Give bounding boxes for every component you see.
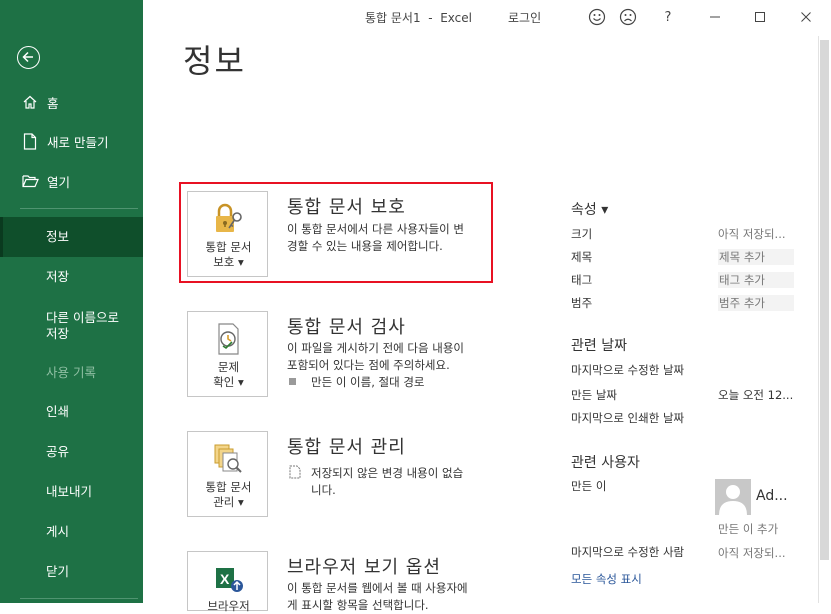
close-icon[interactable]: [797, 8, 815, 26]
prop-tags-input[interactable]: 태그 추가: [718, 272, 794, 288]
check-issues-button[interactable]: 문제 확인 ▾: [187, 311, 268, 397]
add-author-link[interactable]: 만든 이 추가: [718, 521, 778, 537]
show-all-properties-link[interactable]: 모든 속성 표시: [571, 571, 642, 587]
nav-label: 홈: [47, 95, 59, 111]
nav-info[interactable]: 정보: [0, 217, 143, 257]
date-label-modified: 마지막으로 수정한 날짜: [571, 363, 685, 377]
nav-history: 사용 기록: [0, 358, 143, 388]
last-modified-by-value: 아직 저장되...: [718, 546, 786, 560]
manage-workbook-label: 통합 문서 관리 ▾: [205, 480, 252, 509]
sign-in-link[interactable]: 로그인: [508, 9, 541, 26]
highlight-box: [179, 182, 493, 283]
prop-label-title: 제목: [571, 250, 593, 264]
nav-label: 인쇄: [46, 404, 70, 419]
date-value-created: 오늘 오전 12...: [718, 388, 794, 402]
help-icon[interactable]: ?: [659, 8, 677, 26]
title-bar: [143, 0, 831, 34]
nav-label: 새로 만들기: [47, 134, 109, 150]
panel-divider: [818, 36, 819, 603]
frown-icon[interactable]: [619, 8, 637, 26]
nav-open[interactable]: 열기: [0, 166, 143, 196]
smile-icon[interactable]: [588, 8, 606, 26]
minimize-icon[interactable]: [706, 8, 724, 26]
related-dates-heading: 관련 날짜: [571, 338, 627, 354]
nav-print[interactable]: 인쇄: [0, 397, 143, 427]
manage-workbook-button[interactable]: 통합 문서 관리 ▾: [187, 431, 268, 517]
nav-label: 정보: [46, 229, 70, 244]
inspect-bullet-text: 만든 이 이름, 절대 경로: [311, 375, 425, 389]
nav-save[interactable]: 저장: [0, 262, 143, 292]
inspect-document-icon: [210, 322, 246, 356]
nav-label: 사용 기록: [46, 365, 96, 380]
nav-publish[interactable]: 게시: [0, 517, 143, 547]
nav-label: 공유: [46, 444, 70, 459]
home-icon: [21, 93, 39, 111]
manage-workbook-desc: 저장되지 않은 변경 내용이 없습 니다.: [311, 466, 464, 497]
nav-close[interactable]: 닫기: [0, 557, 143, 587]
browser-options-button[interactable]: X 브라우저: [187, 551, 268, 613]
prop-value-size: 아직 저장되...: [718, 227, 786, 241]
back-arrow-icon[interactable]: [17, 46, 40, 69]
scrollbar-thumb[interactable]: [820, 40, 829, 560]
nav-label: 열기: [47, 174, 71, 190]
prop-category-input[interactable]: 범주 추가: [718, 295, 794, 311]
prop-label-size: 크기: [571, 227, 593, 241]
backstage-sidebar: 홈 새로 만들기 열기 정보 저장 다른 이름으로 저장 사용 기록 인쇄 공유…: [0, 0, 143, 603]
inspect-workbook-desc: 이 파일을 게시하기 전에 다음 내용이 포함되어 있다는 점에 주의하세요.: [287, 341, 464, 372]
new-document-icon: [21, 132, 39, 150]
author-label: 만든 이: [571, 479, 607, 493]
svg-text:X: X: [220, 571, 230, 587]
browser-options-label: 브라우저: [207, 599, 250, 613]
nav-export[interactable]: 내보내기: [0, 477, 143, 507]
related-people-heading: 관련 사용자: [571, 455, 640, 471]
avatar: [715, 479, 751, 515]
maximize-icon[interactable]: [751, 8, 769, 26]
page-title: 정보: [183, 42, 246, 80]
window-title: 통합 문서1 - Excel: [365, 11, 472, 25]
nav-save-as[interactable]: 다른 이름으로 저장: [0, 306, 143, 346]
prop-label-tags: 태그: [571, 273, 593, 287]
nav-home[interactable]: 홈: [0, 87, 143, 117]
manage-versions-icon: [210, 442, 246, 476]
nav-label: 내보내기: [46, 484, 93, 499]
folder-open-icon: [21, 172, 39, 190]
sidebar-divider: [20, 598, 138, 599]
properties-heading[interactable]: 속성 ▾: [571, 199, 608, 219]
last-modified-by-label: 마지막으로 수정한 사람: [571, 545, 685, 559]
date-label-printed: 마지막으로 인쇄한 날짜: [571, 411, 685, 425]
manage-workbook-title: 통합 문서 관리: [287, 437, 406, 458]
bullet-square-icon: [289, 375, 297, 389]
browser-options-desc: 이 통합 문서를 웹에서 볼 때 사용자에 게 표시할 항목을 선택합니다.: [287, 581, 468, 612]
nav-label: 게시: [46, 524, 70, 539]
nav-label: 저장: [46, 269, 70, 284]
inspect-workbook-title: 통합 문서 검사: [287, 317, 406, 338]
excel-browser-icon: X: [210, 562, 246, 596]
check-issues-label: 문제 확인 ▾: [213, 360, 244, 389]
nav-label: 닫기: [46, 564, 70, 579]
document-small-icon: [289, 465, 301, 482]
nav-label: 다른 이름으로 저장: [46, 310, 119, 341]
date-label-created: 만든 날짜: [571, 388, 617, 402]
nav-share[interactable]: 공유: [0, 437, 143, 467]
browser-options-title: 브라우저 보기 옵션: [287, 557, 441, 578]
author-name[interactable]: Ad...: [756, 488, 788, 504]
prop-title-input[interactable]: 제목 추가: [718, 249, 794, 265]
sidebar-divider: [20, 208, 138, 209]
prop-label-category: 범주: [571, 296, 593, 310]
nav-new[interactable]: 새로 만들기: [0, 126, 143, 156]
